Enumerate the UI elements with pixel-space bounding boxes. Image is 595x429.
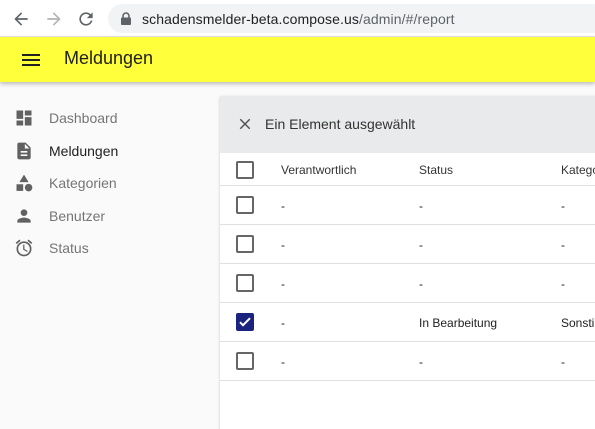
hamburger-menu-icon[interactable] bbox=[20, 49, 42, 71]
row-checkbox[interactable] bbox=[236, 274, 254, 292]
cell-verantwortlich: - bbox=[281, 277, 285, 291]
table-row[interactable]: - - - bbox=[220, 225, 595, 264]
row-checkbox-checked[interactable] bbox=[236, 313, 254, 331]
browser-toolbar: schadensmelder-beta.compose.us/admin/#/r… bbox=[0, 0, 595, 37]
category-icon bbox=[16, 174, 33, 192]
row-checkbox[interactable] bbox=[236, 352, 254, 370]
sidebar-item-kategorien[interactable]: Kategorien bbox=[0, 167, 210, 199]
sidebar-item-label: Meldungen bbox=[49, 143, 119, 159]
row-checkbox[interactable] bbox=[236, 235, 254, 253]
checkmark-icon bbox=[239, 317, 251, 327]
sidebar-item-label: Kategorien bbox=[49, 175, 117, 191]
column-header-verantwortlich[interactable]: Verantwortlich bbox=[281, 163, 356, 177]
cell-verantwortlich: - bbox=[281, 316, 285, 330]
sidebar-item-label: Benutzer bbox=[49, 208, 106, 224]
sidebar: Dashboard Meldungen Kategorien Benutzer … bbox=[0, 82, 220, 429]
cell-verantwortlich: - bbox=[281, 199, 285, 213]
cell-status: - bbox=[419, 199, 423, 213]
select-all-checkbox[interactable] bbox=[236, 161, 254, 179]
table-header-row: Verantwortlich Status Katego bbox=[220, 153, 595, 186]
cell-status: - bbox=[419, 238, 423, 252]
back-icon[interactable] bbox=[11, 9, 31, 29]
page-title: Meldungen bbox=[64, 48, 154, 68]
table-row[interactable]: - - - bbox=[220, 342, 595, 381]
sidebar-item-label: Dashboard bbox=[49, 110, 118, 126]
sidebar-item-dashboard[interactable]: Dashboard bbox=[0, 102, 210, 134]
close-icon[interactable] bbox=[236, 115, 254, 133]
cell-status: In Bearbeitung bbox=[419, 316, 498, 330]
alarm-icon bbox=[15, 239, 33, 257]
person-icon bbox=[17, 209, 31, 223]
table-row-selected[interactable]: - In Bearbeitung Sonsti bbox=[220, 303, 595, 342]
app-bar: Meldungen bbox=[0, 37, 595, 82]
dashboard-icon bbox=[16, 110, 32, 126]
sidebar-item-status[interactable]: Status bbox=[0, 232, 210, 264]
forward-icon[interactable] bbox=[44, 9, 64, 29]
bulk-actions-toolbar: Ein Element ausgewählt bbox=[220, 96, 595, 153]
cell-kategorie: - bbox=[561, 238, 565, 252]
url-domain: schadensmelder-beta.compose.us bbox=[142, 11, 360, 27]
cell-kategorie: Sonsti bbox=[561, 316, 595, 330]
sidebar-item-meldungen[interactable]: Meldungen bbox=[0, 135, 210, 167]
url-path: /admin/#/report bbox=[359, 11, 455, 27]
cell-status: - bbox=[419, 355, 423, 369]
selection-count-text: Ein Element ausgewählt bbox=[265, 116, 416, 132]
cell-status: - bbox=[419, 277, 423, 291]
document-icon bbox=[17, 142, 31, 160]
address-bar[interactable]: schadensmelder-beta.compose.us/admin/#/r… bbox=[108, 4, 595, 33]
url-text: schadensmelder-beta.compose.us/admin/#/r… bbox=[142, 11, 455, 27]
column-header-status[interactable]: Status bbox=[419, 163, 453, 177]
sidebar-item-benutzer[interactable]: Benutzer bbox=[0, 200, 210, 232]
cell-kategorie: - bbox=[561, 199, 565, 213]
cell-kategorie: - bbox=[561, 355, 565, 369]
cell-verantwortlich: - bbox=[281, 238, 285, 252]
table-row[interactable]: - - - bbox=[220, 186, 595, 225]
lock-icon bbox=[121, 12, 131, 25]
cell-kategorie: - bbox=[561, 277, 565, 291]
cell-verantwortlich: - bbox=[281, 355, 285, 369]
sidebar-item-label: Status bbox=[49, 240, 89, 256]
report-list-card: Ein Element ausgewählt Verantwortlich St… bbox=[220, 96, 595, 429]
table-row[interactable]: - - - bbox=[220, 264, 595, 303]
reload-icon[interactable] bbox=[76, 9, 96, 29]
column-header-kategorie[interactable]: Katego bbox=[561, 163, 595, 177]
row-checkbox[interactable] bbox=[236, 196, 254, 214]
